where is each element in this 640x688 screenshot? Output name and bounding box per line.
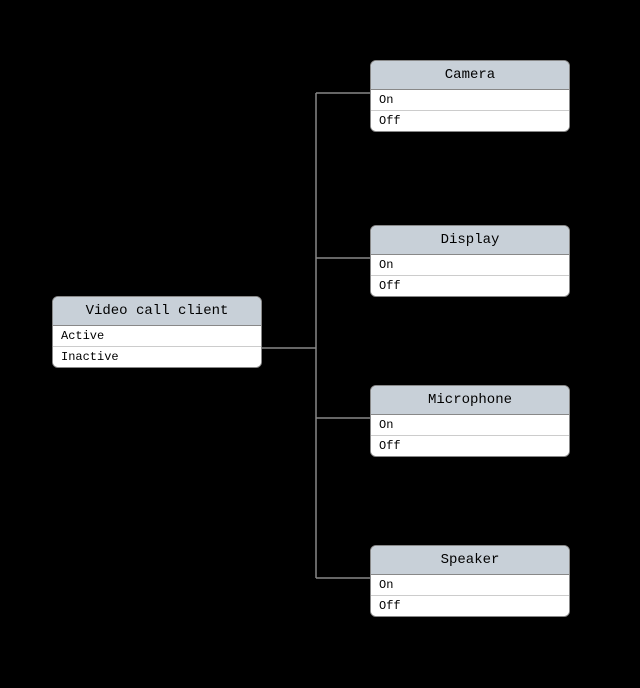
microphone-node: Microphone On Off <box>370 385 570 457</box>
speaker-node: Speaker On Off <box>370 545 570 617</box>
video-active-row: Active <box>53 326 261 347</box>
speaker-on-row: On <box>371 575 569 596</box>
display-header: Display <box>371 226 569 255</box>
microphone-off-row: Off <box>371 436 569 456</box>
microphone-on-row: On <box>371 415 569 436</box>
video-inactive-row: Inactive <box>53 347 261 367</box>
speaker-off-row: Off <box>371 596 569 616</box>
display-node: Display On Off <box>370 225 570 297</box>
camera-on-row: On <box>371 90 569 111</box>
microphone-header: Microphone <box>371 386 569 415</box>
video-call-client-header: Video call client <box>53 297 261 326</box>
display-off-row: Off <box>371 276 569 296</box>
speaker-header: Speaker <box>371 546 569 575</box>
video-call-client-node: Video call client Active Inactive <box>52 296 262 368</box>
camera-node: Camera On Off <box>370 60 570 132</box>
camera-header: Camera <box>371 61 569 90</box>
camera-off-row: Off <box>371 111 569 131</box>
display-on-row: On <box>371 255 569 276</box>
diagram: Video call client Active Inactive Camera… <box>0 0 640 688</box>
